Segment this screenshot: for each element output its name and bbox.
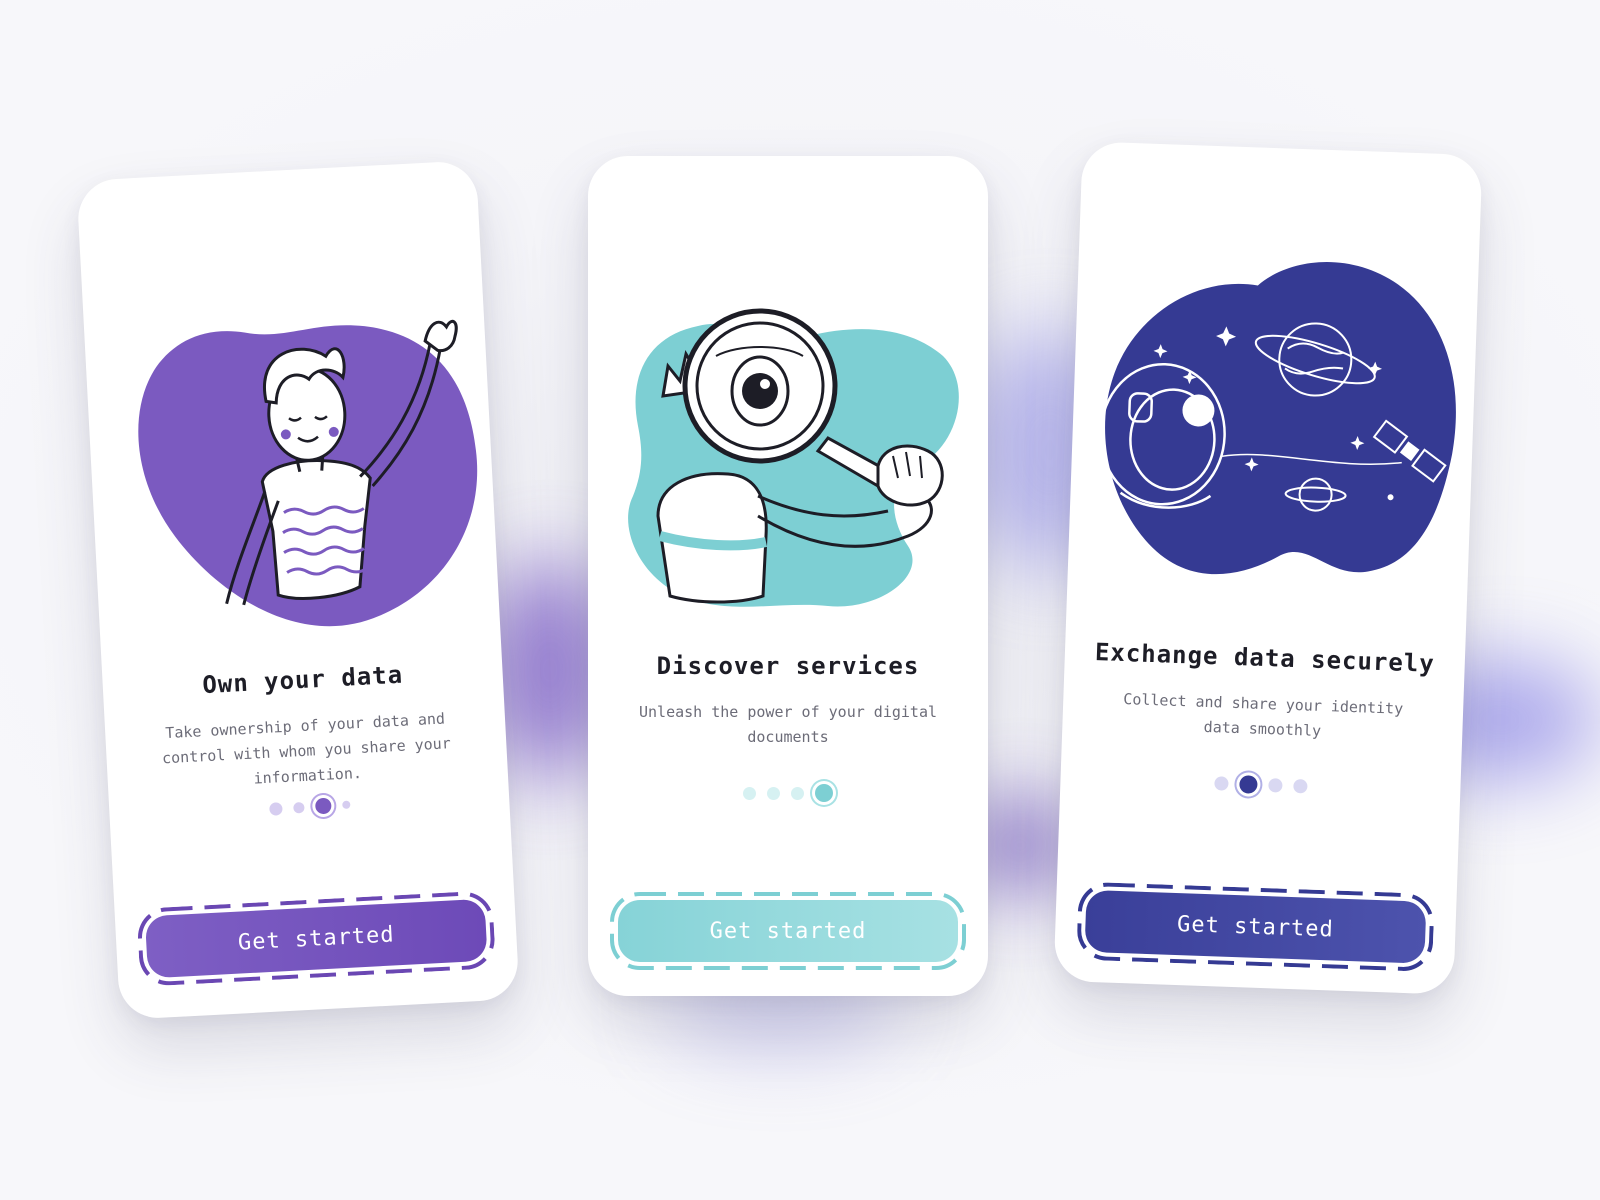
- screen-subtitle: Unleash the power of your digital docume…: [638, 703, 937, 746]
- screen-subtitle: Collect and share your identity data smo…: [1123, 690, 1404, 740]
- page-dot[interactable]: [1267, 778, 1283, 793]
- page-indicator: [1060, 763, 1461, 807]
- person-raising-hand-illustration: [79, 220, 499, 640]
- get-started-button[interactable]: Get started: [1084, 889, 1427, 964]
- get-started-button-wrapper: Get started: [1076, 882, 1435, 972]
- page-dot[interactable]: [791, 786, 804, 800]
- page-dot[interactable]: [743, 786, 756, 800]
- get-started-button-wrapper: Get started: [136, 890, 496, 987]
- screen-title: Exchange data securely: [1094, 638, 1436, 678]
- astronaut-space-illustration: [1067, 201, 1481, 615]
- page-dot[interactable]: [268, 801, 283, 816]
- onboarding-card-own-data: Own your data Take ownership of your dat…: [76, 160, 520, 1020]
- onboarding-card-discover-services: Discover services Unleash the power of y…: [588, 156, 988, 996]
- screen-title: Discover services: [656, 652, 920, 680]
- page-dot[interactable]: [767, 786, 780, 800]
- screen-subtitle: Take ownership of your data and control …: [161, 709, 452, 788]
- page-dot-active[interactable]: [1238, 775, 1258, 794]
- page-dot-active[interactable]: [815, 784, 833, 802]
- onboarding-card-exchange-data: Exchange data securely Collect and share…: [1053, 141, 1483, 995]
- page-dot[interactable]: [1213, 776, 1229, 791]
- page-indicator: [588, 778, 988, 808]
- get-started-button-wrapper: Get started: [610, 892, 966, 970]
- page-dot[interactable]: [341, 800, 351, 809]
- page-dot-active[interactable]: [314, 797, 332, 815]
- page-dot[interactable]: [1292, 779, 1308, 794]
- page-dot[interactable]: [292, 801, 305, 814]
- screen-title: Own your data: [201, 660, 404, 700]
- get-started-button[interactable]: Get started: [618, 900, 958, 962]
- magnifying-glass-person-illustration: [588, 216, 988, 616]
